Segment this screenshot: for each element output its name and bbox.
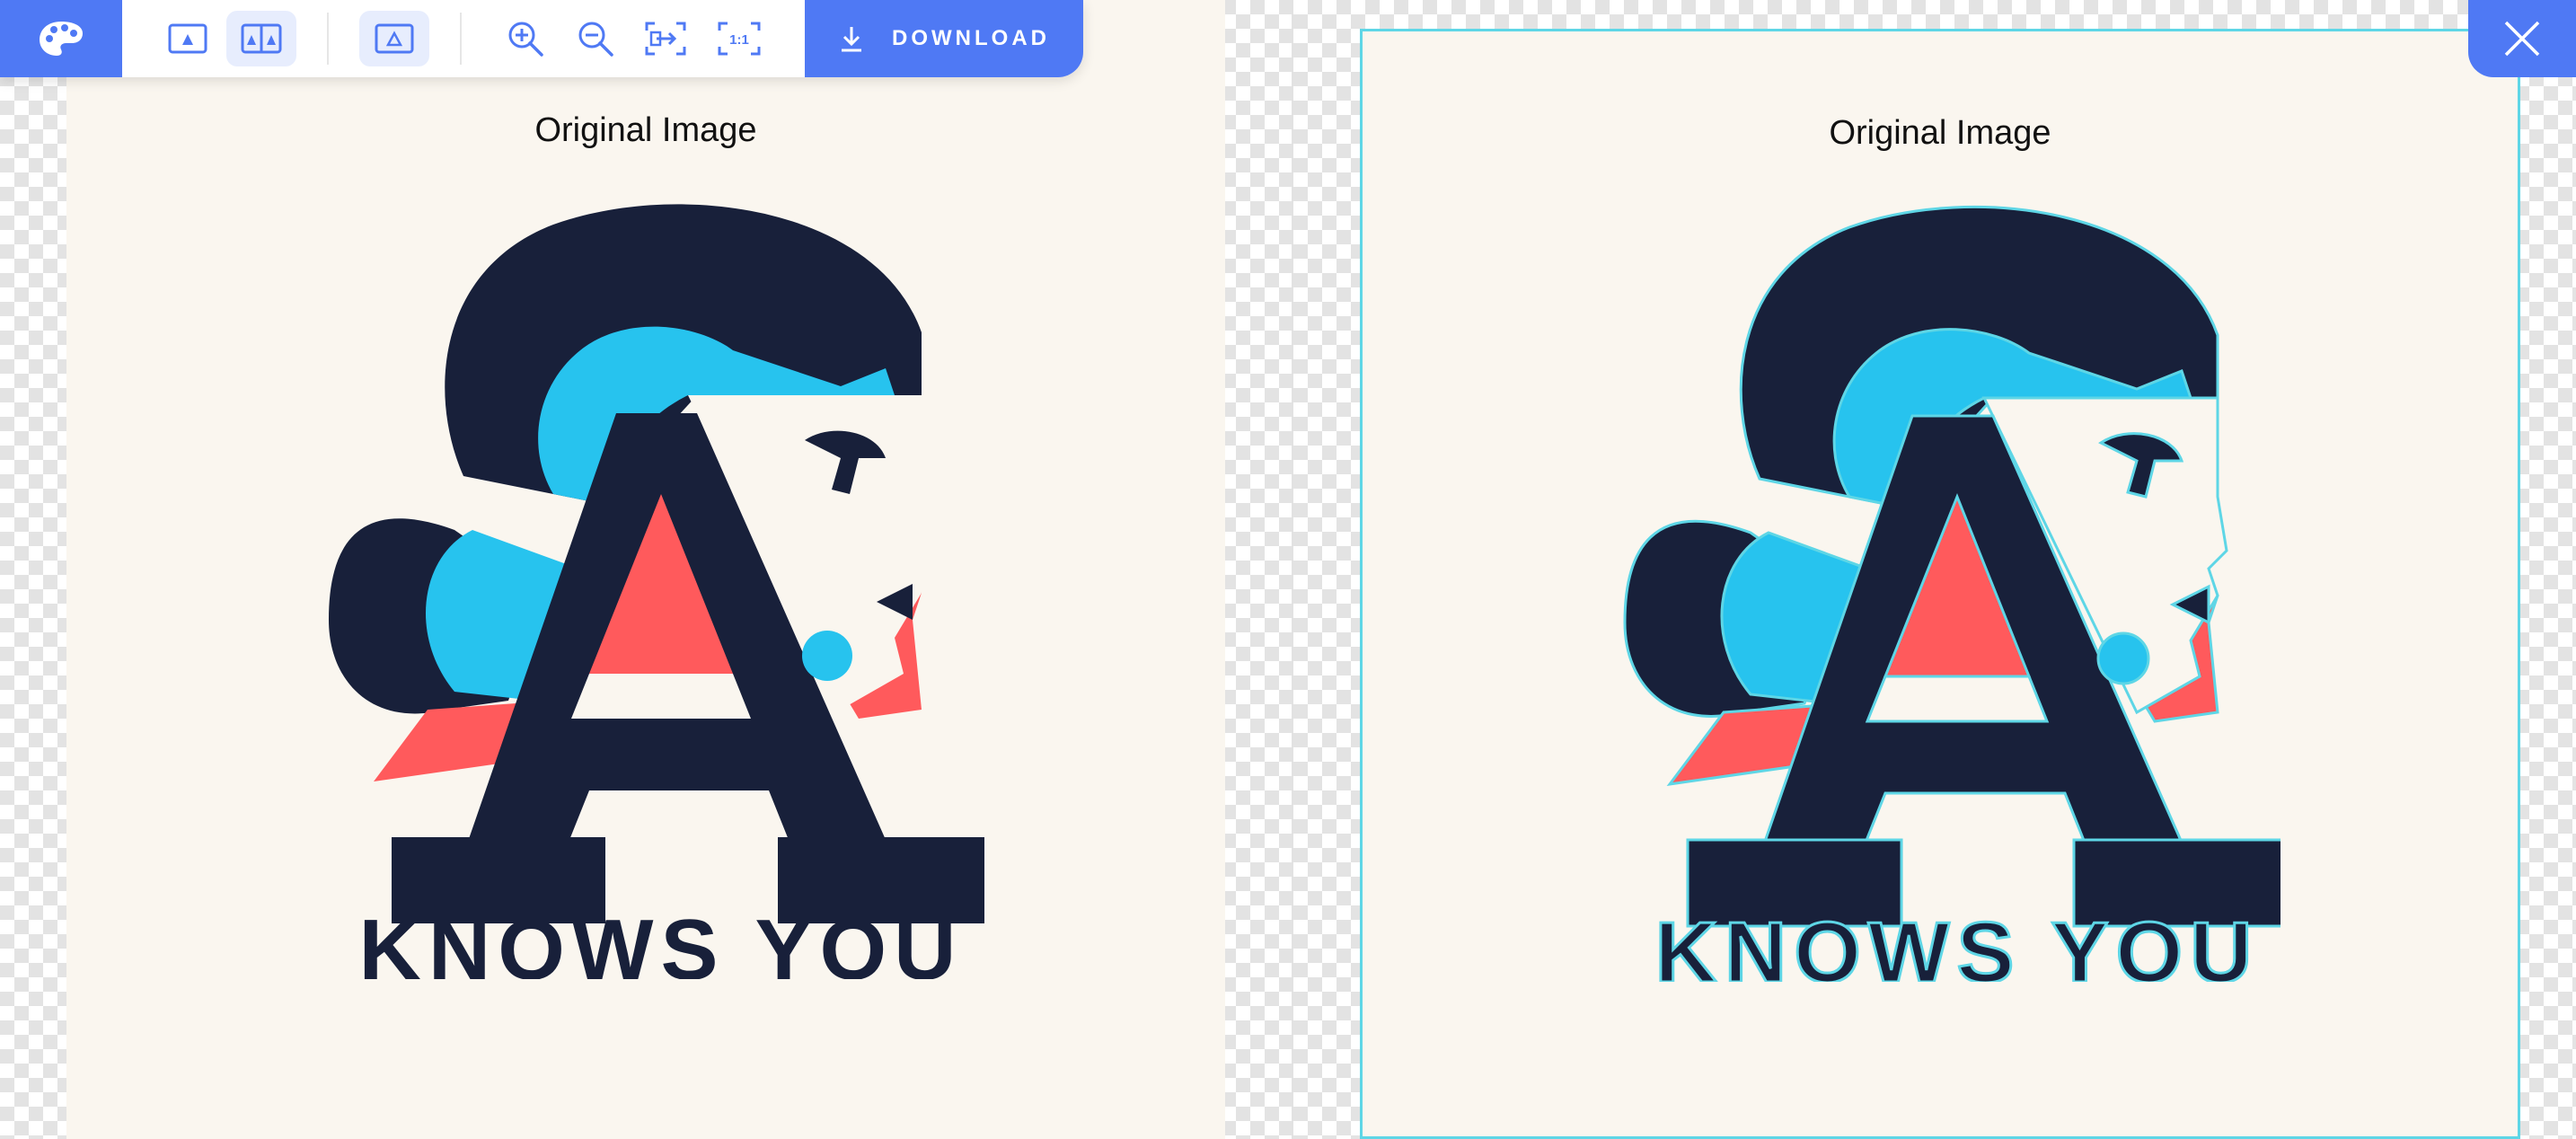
- close-icon: [2504, 21, 2540, 57]
- download-label: DOWNLOAD: [892, 26, 1050, 50]
- toolbar-separator: [327, 13, 329, 65]
- single-view-button[interactable]: [153, 11, 223, 66]
- toolbar: 1:1 DOWNLOAD: [0, 0, 1083, 77]
- outline-triangle-icon: [375, 23, 414, 54]
- panel-label: Original Image: [534, 111, 757, 149]
- side-by-side-view-button[interactable]: [226, 11, 296, 66]
- right-image-panel: Original Image KNOWS YOU: [1360, 29, 2520, 1139]
- poster-title: KNOWS YOU: [359, 902, 964, 979]
- fit-screen-button[interactable]: [631, 11, 701, 66]
- poster-image-outlined: KNOWS YOU: [1623, 205, 2280, 982]
- fit-screen-icon: [645, 22, 686, 56]
- close-button[interactable]: [2468, 0, 2576, 77]
- side-by-side-icon: [241, 23, 282, 54]
- palette-icon[interactable]: [0, 0, 122, 77]
- single-image-icon: [168, 23, 207, 54]
- outline-toggle-button[interactable]: [359, 11, 429, 66]
- left-image-panel: Original Image KNOWS YOU: [66, 0, 1225, 1139]
- download-button[interactable]: DOWNLOAD: [805, 0, 1083, 77]
- actual-size-label: 1:1: [729, 32, 749, 48]
- panel-divider: [1292, 0, 1293, 1139]
- zoom-in-icon: [508, 22, 543, 57]
- poster-image: KNOWS YOU: [329, 204, 984, 979]
- download-icon: [842, 27, 861, 52]
- poster-title: KNOWS YOU: [1655, 905, 2260, 982]
- zoom-out-button[interactable]: [560, 11, 631, 66]
- panel-label: Original Image: [1829, 114, 2051, 152]
- zoom-in-button[interactable]: [490, 11, 560, 66]
- toolbar-separator: [460, 13, 462, 65]
- zoom-out-icon: [578, 22, 613, 57]
- actual-size-button[interactable]: 1:1: [704, 11, 774, 66]
- actual-size-icon: 1:1: [718, 22, 761, 56]
